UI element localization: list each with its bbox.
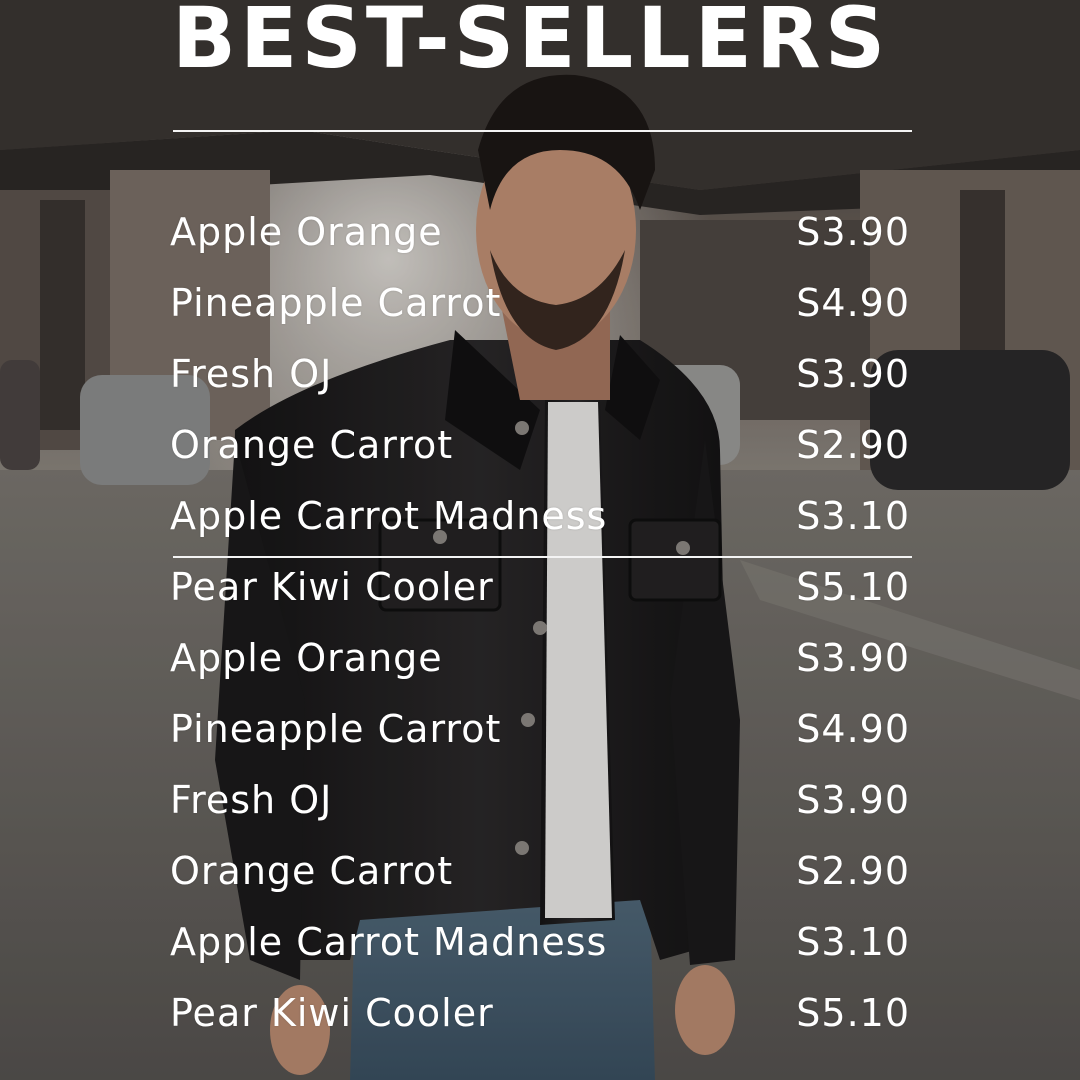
menu-item: Apple Carrot Madness S3.10: [170, 906, 910, 977]
title-divider: [173, 130, 912, 132]
item-price: S4.90: [796, 280, 910, 325]
menu-item: Orange Carrot S2.90: [170, 409, 910, 480]
item-price: S3.10: [796, 919, 910, 964]
menu-item: Apple Carrot Madness S3.10: [170, 480, 910, 551]
item-name: Pineapple Carrot: [170, 706, 502, 751]
item-name: Fresh OJ: [170, 351, 333, 396]
menu-item: Fresh OJ S3.90: [170, 764, 910, 835]
item-price: S4.90: [796, 706, 910, 751]
menu-item: Orange Carrot S2.90: [170, 835, 910, 906]
item-price: S3.10: [796, 493, 910, 538]
item-price: S2.90: [796, 422, 910, 467]
item-price: S3.90: [796, 351, 910, 396]
item-name: Pear Kiwi Cooler: [170, 990, 494, 1035]
item-price: S3.90: [796, 777, 910, 822]
menu-item: Pear Kiwi Cooler S5.10: [170, 551, 910, 622]
menu-poster: BEST-SELLERS Apple Orange S3.90 Pineappl…: [0, 0, 1080, 1080]
item-name: Pear Kiwi Cooler: [170, 564, 494, 609]
item-price: S5.10: [796, 564, 910, 609]
item-name: Fresh OJ: [170, 777, 333, 822]
item-price: S3.90: [796, 635, 910, 680]
menu-item: Pineapple Carrot S4.90: [170, 267, 910, 338]
menu-title: BEST-SELLERS: [172, 0, 890, 87]
item-name: Apple Carrot Madness: [170, 493, 608, 538]
menu-item: Pineapple Carrot S4.90: [170, 693, 910, 764]
item-name: Pineapple Carrot: [170, 280, 502, 325]
menu-list: Apple Orange S3.90 Pineapple Carrot S4.9…: [170, 196, 910, 1048]
menu-item: Apple Orange S3.90: [170, 196, 910, 267]
item-name: Apple Orange: [170, 635, 443, 680]
menu-item: Apple Orange S3.90: [170, 622, 910, 693]
item-name: Apple Carrot Madness: [170, 919, 608, 964]
item-name: Apple Orange: [170, 209, 443, 254]
item-price: S5.10: [796, 990, 910, 1035]
item-name: Orange Carrot: [170, 422, 454, 467]
item-name: Orange Carrot: [170, 848, 454, 893]
menu-item: Pear Kiwi Cooler S5.10: [170, 977, 910, 1048]
menu-item: Fresh OJ S3.90: [170, 338, 910, 409]
item-price: S3.90: [796, 209, 910, 254]
item-price: S2.90: [796, 848, 910, 893]
